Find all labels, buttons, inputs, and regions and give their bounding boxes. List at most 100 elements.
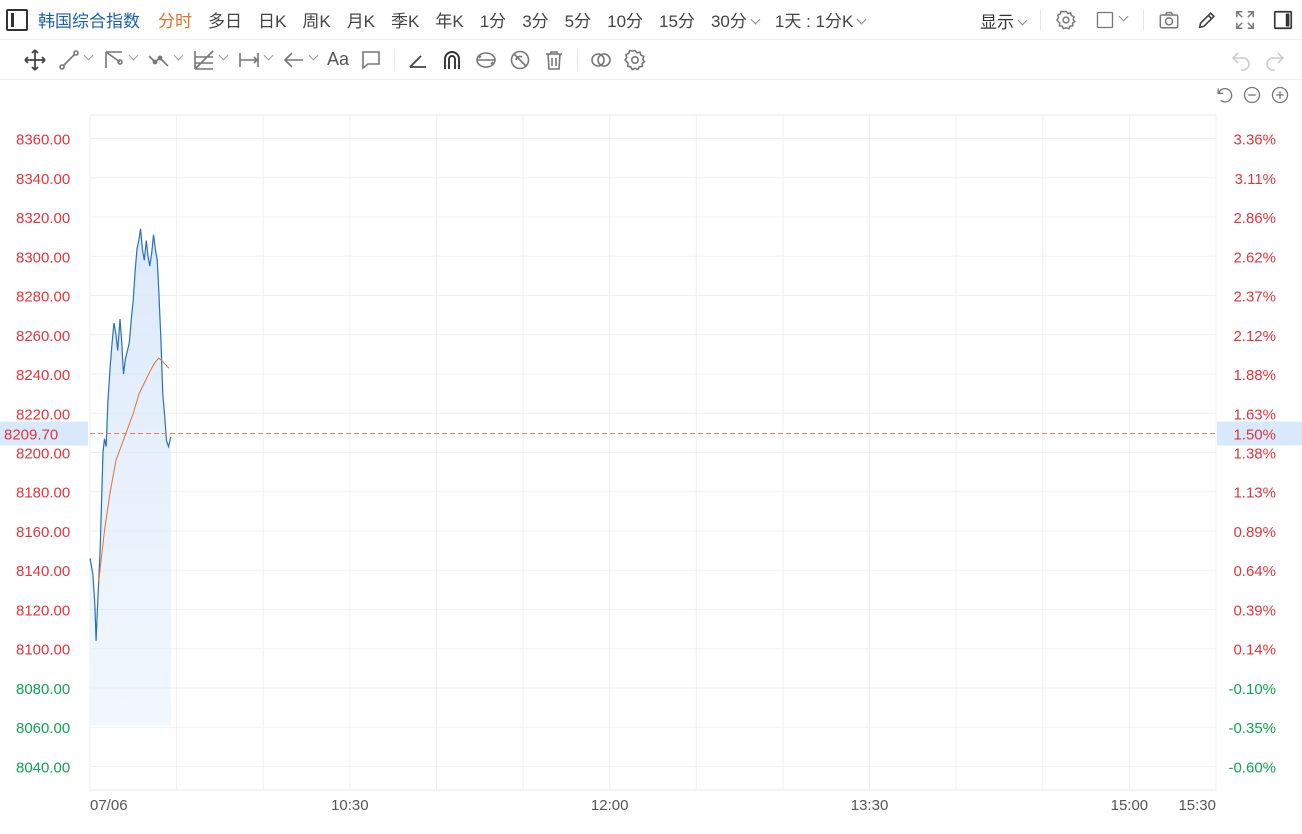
y-tick-label: 8220.00 — [16, 406, 70, 423]
y-tick-label: 8240.00 — [16, 367, 70, 384]
divider — [1143, 9, 1144, 31]
pct-tick-label: 0.39% — [1233, 602, 1276, 619]
y-tick-label: 8100.00 — [16, 642, 70, 659]
y-tick-label: 8280.00 — [16, 289, 70, 306]
range-label: 1天 : 1分K — [774, 12, 854, 31]
y-tick-label: 8300.00 — [16, 249, 70, 266]
period-tab[interactable]: 年K — [427, 7, 471, 32]
pct-tick-label: 1.13% — [1233, 485, 1276, 502]
pct-tick-label: 0.64% — [1233, 563, 1276, 580]
y-tick-label: 8140.00 — [16, 563, 70, 580]
y-tick-label: 8160.00 — [16, 524, 70, 541]
period-tabs: 分时 多日 日K 周K 月K 季K 年K 1分 3分 5分 10分 15分 30分 — [150, 7, 767, 32]
redo-icon[interactable] — [1258, 45, 1292, 75]
symbol-title[interactable]: 韩国综合指数 — [38, 7, 140, 32]
pencil-icon[interactable] — [1194, 7, 1220, 33]
current-price-label: 8209.70 — [4, 426, 58, 443]
side-panel-icon[interactable] — [1270, 7, 1296, 33]
pct-tick-label: -0.10% — [1228, 681, 1276, 698]
pct-tick-label: 2.86% — [1233, 210, 1276, 227]
period-tab[interactable]: 10分 — [599, 7, 651, 32]
period-tab[interactable]: 5分 — [557, 7, 599, 32]
x-tick-label: 13:30 — [851, 797, 889, 814]
chevron-down-icon — [1118, 11, 1129, 21]
pct-tick-label: 0.89% — [1233, 524, 1276, 541]
chevron-down-icon — [308, 50, 319, 61]
chart-settings-icon[interactable] — [618, 45, 652, 75]
x-tick-label: 10:30 — [331, 797, 369, 814]
panel-toggle-icon[interactable] — [6, 8, 28, 31]
period-tab[interactable]: 季K — [383, 7, 427, 32]
y-tick-label: 8080.00 — [16, 681, 70, 698]
pct-tick-label: 2.12% — [1233, 328, 1276, 345]
y-tick-label: 8260.00 — [16, 328, 70, 345]
chevron-down-icon — [173, 50, 184, 61]
period-tab[interactable]: 1分 — [472, 7, 514, 32]
period-tab[interactable]: 多日 — [200, 7, 250, 32]
layout-dropdown[interactable] — [1091, 7, 1131, 33]
pct-tick-label: 1.38% — [1233, 446, 1276, 463]
chevron-down-icon — [263, 50, 274, 61]
fullscreen-icon[interactable] — [1232, 7, 1258, 33]
x-tick-label: 15:30 — [1178, 797, 1216, 814]
trash-icon[interactable] — [537, 45, 571, 75]
text-tool-label: Aa — [327, 49, 350, 69]
crosshair-move-tool[interactable] — [18, 45, 52, 75]
show-dropdown[interactable]: 显示 — [972, 8, 1034, 33]
x-tick-label: 15:00 — [1111, 797, 1149, 814]
pct-tick-label: -0.35% — [1228, 720, 1276, 737]
period-tab[interactable]: 30分 — [703, 7, 767, 32]
range-dropdown[interactable]: 1天 : 1分K — [767, 7, 873, 32]
arrow-tool[interactable] — [277, 45, 322, 75]
divider — [577, 48, 579, 71]
y-tick-label: 8200.00 — [16, 446, 70, 463]
measure-tool[interactable] — [232, 45, 277, 75]
period-tab[interactable]: 周K — [294, 7, 338, 32]
chevron-down-icon — [1017, 15, 1028, 25]
hide-drawings-icon[interactable] — [503, 45, 537, 75]
undo-redo — [1224, 40, 1292, 80]
chevron-down-icon — [218, 50, 229, 61]
channel-tool[interactable] — [97, 45, 142, 75]
chevron-down-icon — [128, 50, 139, 61]
divider — [394, 48, 396, 71]
y-tick-label: 8180.00 — [16, 485, 70, 502]
pct-tick-label: 2.62% — [1233, 249, 1276, 266]
period-tab[interactable]: 3分 — [514, 7, 556, 32]
period-tab[interactable]: 15分 — [651, 7, 703, 32]
comment-icon[interactable] — [354, 45, 388, 75]
settings-icon[interactable] — [1053, 7, 1079, 33]
top-right-controls: 显示 — [972, 0, 1302, 40]
line-tool[interactable] — [52, 45, 97, 75]
period-tab[interactable]: 分时 — [150, 7, 200, 32]
chevron-down-icon[interactable] — [750, 14, 761, 25]
wave-tool[interactable] — [142, 45, 187, 75]
pct-tick-label: 3.36% — [1233, 132, 1276, 149]
period-tab[interactable]: 月K — [339, 7, 383, 32]
intraday-chart[interactable]: 8360.00 3.36% 8340.00 3.11% 8320.00 2.86% 8300… — [0, 80, 1302, 834]
show-label: 显示 — [980, 12, 1014, 32]
angle-tool[interactable] — [401, 45, 435, 75]
chevron-down-icon — [83, 50, 94, 61]
camera-icon[interactable] — [1156, 7, 1182, 33]
x-tick-label: 12:00 — [591, 797, 629, 814]
drawing-toolbar: Aa — [0, 40, 1302, 80]
period-tab[interactable]: 日K — [250, 7, 294, 32]
sync-drawing-icon[interactable] — [469, 45, 503, 75]
undo-icon[interactable] — [1224, 45, 1258, 75]
x-tick-label: 07/06 — [90, 797, 128, 814]
pct-tick-label: 1.88% — [1233, 367, 1276, 384]
current-pct-label: 1.50% — [1233, 426, 1276, 443]
y-tick-label: 8320.00 — [16, 210, 70, 227]
magnet-icon[interactable] — [435, 45, 469, 75]
y-tick-label: 8060.00 — [16, 720, 70, 737]
pct-tick-label: 1.63% — [1233, 406, 1276, 423]
text-tool[interactable]: Aa — [322, 45, 354, 75]
pct-tick-label: 0.14% — [1233, 642, 1276, 659]
compare-icon[interactable] — [584, 45, 618, 75]
divider — [1040, 9, 1041, 31]
y-tick-label: 8120.00 — [16, 602, 70, 619]
fibonacci-tool[interactable] — [187, 45, 232, 75]
pct-tick-label: 3.11% — [1235, 171, 1276, 188]
y-tick-label: 8360.00 — [16, 132, 70, 149]
